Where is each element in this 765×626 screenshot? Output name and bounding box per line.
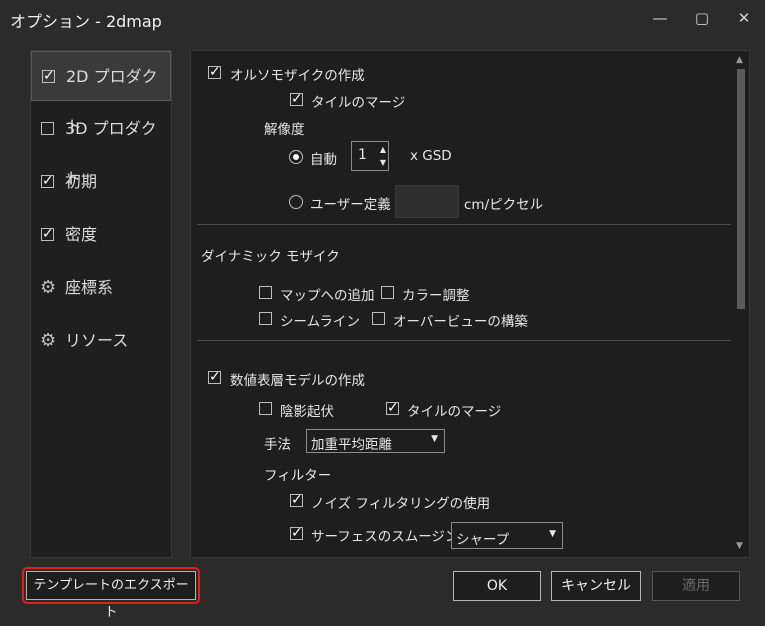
- add-to-map-checkbox[interactable]: [259, 286, 272, 299]
- panel-scrollbar[interactable]: ▲ ▼: [735, 55, 747, 551]
- sidebar: 2D プロダクト 3D プロダクト 初期 密度 ⚙ 座標系 ⚙ リソース: [30, 50, 172, 558]
- cancel-button[interactable]: キャンセル: [551, 571, 641, 601]
- seamline-checkbox[interactable]: [259, 312, 272, 325]
- maximize-icon[interactable]: ▢: [688, 6, 716, 30]
- dsm-merge-tiles-label: タイルのマージ: [407, 404, 502, 420]
- surface-smoothing-checkbox[interactable]: [290, 524, 303, 542]
- add-to-map-label: マップへの追加: [280, 288, 375, 304]
- noise-filter-label: ノイズ フィルタリングの使用: [311, 496, 491, 512]
- dsm-checkbox[interactable]: [208, 368, 221, 386]
- hillshade-checkbox[interactable]: [259, 402, 272, 415]
- scroll-up-icon[interactable]: ▲: [736, 55, 743, 65]
- overview-label: オーバービューの構築: [393, 314, 528, 330]
- custom-unit-label: cm/ピクセル: [464, 197, 544, 213]
- overview-checkbox[interactable]: [372, 312, 385, 325]
- minimize-icon[interactable]: —: [646, 6, 674, 30]
- auto-value: 1: [358, 147, 367, 163]
- title-bar: オプション - 2dmap — ▢ ✕: [0, 0, 765, 36]
- sidebar-item-2d-product[interactable]: 2D プロダクト: [31, 51, 171, 136]
- sidebar-item-label: 初期: [65, 172, 98, 191]
- auto-label: 自動: [310, 152, 337, 168]
- checkbox-3d-product[interactable]: [41, 122, 54, 135]
- seamline-label: シームライン: [280, 314, 360, 330]
- custom-radio[interactable]: [289, 195, 303, 209]
- section-divider: [197, 340, 731, 341]
- ortho-checkbox[interactable]: [208, 63, 221, 81]
- checkbox-initial[interactable]: [41, 172, 54, 190]
- sidebar-item-label: リソース: [65, 331, 129, 350]
- method-value: 加重平均距離: [311, 437, 392, 453]
- window-title: オプション - 2dmap: [10, 12, 162, 31]
- custom-resolution-field[interactable]: [395, 185, 459, 218]
- color-adjust-checkbox[interactable]: [381, 286, 394, 299]
- dsm-merge-tiles-checkbox[interactable]: [386, 399, 399, 417]
- stepper-arrows-icon[interactable]: ▲ ▼: [380, 143, 386, 169]
- scrollbar-thumb[interactable]: [737, 69, 745, 309]
- checkbox-density[interactable]: [41, 225, 54, 243]
- filter-label: フィルター: [264, 468, 332, 484]
- apply-button[interactable]: 適用: [652, 571, 740, 601]
- ortho-label: オルソモザイクの作成: [230, 68, 365, 84]
- gsd-unit-label: x GSD: [410, 148, 452, 164]
- gear-icon: ⚙: [40, 277, 57, 298]
- sidebar-item-initial[interactable]: 初期: [31, 157, 171, 207]
- method-select[interactable]: 加重平均距離 ▼: [306, 429, 445, 453]
- sidebar-item-resources[interactable]: ⚙ リソース: [31, 316, 171, 366]
- custom-label: ユーザー定義: [310, 197, 391, 213]
- resolution-label: 解像度: [264, 122, 305, 138]
- auto-value-stepper[interactable]: 1 ▲ ▼: [351, 141, 389, 171]
- scroll-down-icon[interactable]: ▼: [736, 541, 743, 551]
- sidebar-item-label: 密度: [65, 225, 98, 244]
- sidebar-item-density[interactable]: 密度: [31, 210, 171, 260]
- smoothing-value: シャープ: [456, 532, 510, 548]
- ortho-merge-tiles-label: タイルのマージ: [311, 95, 406, 111]
- chevron-down-icon: ▼: [431, 434, 438, 444]
- dynamic-mosaic-title: ダイナミック モザイク: [201, 249, 340, 265]
- sidebar-item-3d-product[interactable]: 3D プロダクト: [31, 104, 171, 188]
- noise-filter-checkbox[interactable]: [290, 491, 303, 509]
- export-template-button[interactable]: テンプレートのエクスポート: [26, 571, 196, 620]
- smoothing-select[interactable]: シャープ ▼: [451, 522, 563, 549]
- section-divider: [197, 224, 731, 225]
- checkbox-2d-product[interactable]: [42, 67, 55, 85]
- ok-button[interactable]: OK: [453, 571, 541, 601]
- close-icon[interactable]: ✕: [730, 6, 758, 30]
- options-panel: オルソモザイクの作成 タイルのマージ 解像度 自動 1 ▲▼ x GSD ユーザ…: [190, 50, 750, 558]
- method-label: 手法: [264, 437, 291, 453]
- ortho-merge-tiles-checkbox[interactable]: [290, 90, 303, 108]
- surface-smoothing-label: サーフェスのスムージング: [311, 529, 472, 545]
- sidebar-item-label: 座標系: [65, 278, 114, 297]
- color-adjust-label: カラー調整: [402, 288, 470, 304]
- dsm-label: 数値表層モデルの作成: [230, 373, 365, 389]
- sidebar-item-coordinate-system[interactable]: ⚙ 座標系: [31, 263, 171, 313]
- chevron-down-icon: ▼: [549, 529, 556, 539]
- hillshade-label: 陰影起伏: [280, 404, 334, 420]
- auto-radio[interactable]: [289, 150, 303, 164]
- gear-icon: ⚙: [40, 330, 57, 351]
